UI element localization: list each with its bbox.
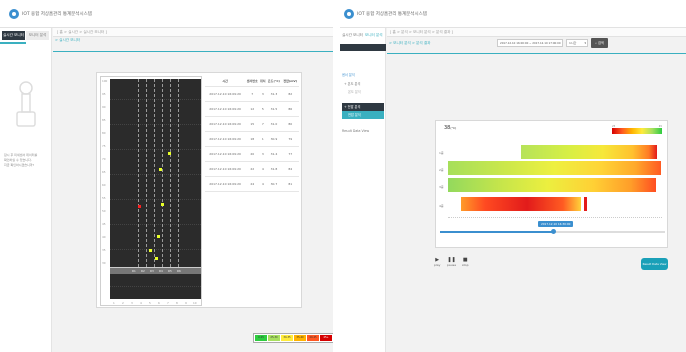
menu-result-data[interactable]: Result Data View: [342, 129, 384, 137]
table-row[interactable]: 2017.12.10 16:09:20 18 1 30.9 79: [205, 131, 299, 147]
time-slider-fill: [440, 231, 553, 233]
heatmap-row-3[interactable]: [448, 178, 656, 192]
col-sensor: 센서번호: [245, 76, 260, 87]
lane-label-strip: R1 R2 R3 R4 R5 R6: [110, 267, 201, 274]
heatmap-legend: 25 45: [612, 125, 662, 134]
time-slider[interactable]: [440, 229, 665, 234]
stop-button[interactable]: ■ stop: [462, 257, 468, 267]
table-row[interactable]: 2017.12.10 16:09:20 24 4 30.7 81: [205, 176, 299, 192]
app-header: IOT 융합 저상홈관리 통계분석시스템: [0, 0, 333, 28]
tab-realtime[interactable]: 실시간 모니터: [342, 31, 363, 40]
col-voltage: 전압(mV): [281, 76, 299, 87]
breadcrumb: [ 홈 > 실시간 > 실시간 모니터 ]: [53, 28, 333, 37]
side-note: 잠시 후 미세센서 데이터를 확인하실 수 있습니다. 지금 확인하시겠습니까?: [4, 153, 38, 167]
color-legend: 0-25 25-30 30-35 35-40 40-45 45+: [253, 333, 333, 343]
chevron-down-icon: ▾: [584, 41, 586, 45]
menu-temp-group[interactable]: + 온도 분석: [342, 81, 384, 89]
table-row[interactable]: 2017.12.10 16:09:20 20 3 31.4 77: [205, 146, 299, 162]
legend-gradient: [612, 128, 662, 134]
date-range-input[interactable]: 2017.12.10 16:00:00 ~ 2017.12.10 17:00:0…: [497, 39, 563, 47]
panel-tab-line: [53, 51, 333, 52]
menu-voltage-analysis[interactable]: 전압 분석: [342, 111, 384, 119]
logo-icon: [9, 9, 19, 19]
app-title: IOT 융합 저상홈관리 통계분석시스템: [22, 12, 92, 17]
panel-tab[interactable]: > 실시간 모니터: [55, 38, 80, 43]
tab-realtime[interactable]: 실시간 모니터: [2, 31, 25, 40]
sensor-marker[interactable]: [157, 235, 160, 238]
time-axis: [448, 217, 662, 218]
heatmap-cell[interactable]: [584, 197, 587, 211]
pause-button[interactable]: ❚❚ pause: [447, 257, 456, 267]
sensor-marker-alert[interactable]: [138, 205, 141, 208]
sensor-marker[interactable]: [149, 249, 152, 252]
tab-analysis[interactable]: 모니터 분석: [363, 31, 384, 40]
sensor-marker[interactable]: [168, 152, 171, 155]
panel-tab-line: [387, 53, 686, 54]
logo-icon: [344, 9, 354, 19]
left-screen: IOT 융합 저상홈관리 통계분석시스템 실시간 모니터 모니터 분석 잠시 후…: [0, 0, 333, 352]
table-row[interactable]: 2017.12.10 16:09:20 7 3 31.3 82: [205, 86, 299, 102]
breadcrumb: [ 홈 > 분석 > 모니터 분석 > 분석 결과 ]: [387, 28, 686, 37]
current-value: 38(°C): [444, 125, 457, 131]
sensor-illustration-icon: [14, 80, 38, 130]
table-row[interactable]: 2017.12.10 16:09:20 12 5 31.5 86: [205, 101, 299, 117]
tab-analysis[interactable]: 모니터 분석: [26, 31, 49, 40]
time-slider-handle[interactable]: [551, 229, 556, 234]
menu-temp-analysis[interactable]: 온도 분석: [342, 89, 384, 97]
app-title: IOT 융합 저상홈관리 통계분석시스템: [357, 12, 427, 17]
sensor-grid-lower: [110, 274, 201, 299]
menu-sensor-analysis[interactable]: 센서 분석: [342, 72, 384, 81]
tab-indicator: [0, 42, 26, 44]
result-data-view-button[interactable]: Result Data View: [641, 258, 668, 270]
menu-voltage-group[interactable]: + 전압 분석: [342, 103, 384, 111]
sensor-marker[interactable]: [161, 203, 164, 206]
heatmap-panel: 38(°C) 25 45 1층 2층 3층 4층 2017.12.10 16:30…: [435, 120, 668, 248]
table-header-row: 시간 센서번호 위치 온도(°C) 전압(mV): [205, 76, 299, 87]
panel-tab[interactable]: > 모니터 분석 > 분석 결과: [389, 41, 431, 46]
monitor-panel: R1 R2 R3 R4 R5 R6 100 95 90 85 80 75 70 …: [96, 72, 302, 308]
heatmap-row-2[interactable]: [448, 161, 661, 175]
search-button[interactable]: ⌕ 검색: [591, 38, 608, 48]
sensor-table: 시간 센서번호 위치 온도(°C) 전압(mV) 2017.12.10 16:0…: [205, 76, 299, 192]
right-screen: IOT 융합 저상홈관리 통계분석시스템 실시간 모니터 모니터 분석 센서 분…: [340, 0, 686, 352]
heatmap-row-1[interactable]: [521, 145, 657, 159]
period-select[interactable]: 1시간 ▾: [566, 39, 588, 47]
side-menu: 센서 분석 + 온도 분석 온도 분석 + 전압 분석 전압 분석 Result…: [342, 72, 384, 137]
sensor-marker[interactable]: [155, 257, 158, 260]
sidebar: 실시간 모니터 모니터 분석 센서 분석 + 온도 분석 온도 분석 + 전압 …: [340, 28, 386, 352]
col-time: 시간: [205, 76, 246, 87]
heatmap-row-4[interactable]: [461, 197, 581, 211]
app-header: IOT 융합 저상홈관리 통계분석시스템: [340, 0, 686, 28]
play-button[interactable]: ▶ play: [434, 257, 440, 267]
table-row[interactable]: 2017.12.10 16:09:20 15 7 31.0 80: [205, 116, 299, 132]
sidebar: 실시간 모니터 모니터 분석 잠시 후 미세센서 데이터를 확인하실 수 있습니…: [0, 28, 52, 352]
col-temp: 온도(°C): [266, 76, 282, 87]
time-tooltip: 2017.12.10 16:30:00: [538, 221, 574, 227]
search-icon: ⌕: [595, 41, 597, 45]
table-row[interactable]: 2017.12.10 16:09:20 22 4 31.8 84: [205, 161, 299, 177]
sensor-marker[interactable]: [159, 168, 162, 171]
col-position: 위치: [259, 76, 267, 87]
sensor-chart: R1 R2 R3 R4 R5 R6 100 95 90 85 80 75 70 …: [100, 76, 202, 306]
sensor-grid: [110, 79, 201, 267]
sidebar-top-bar: [340, 44, 386, 51]
